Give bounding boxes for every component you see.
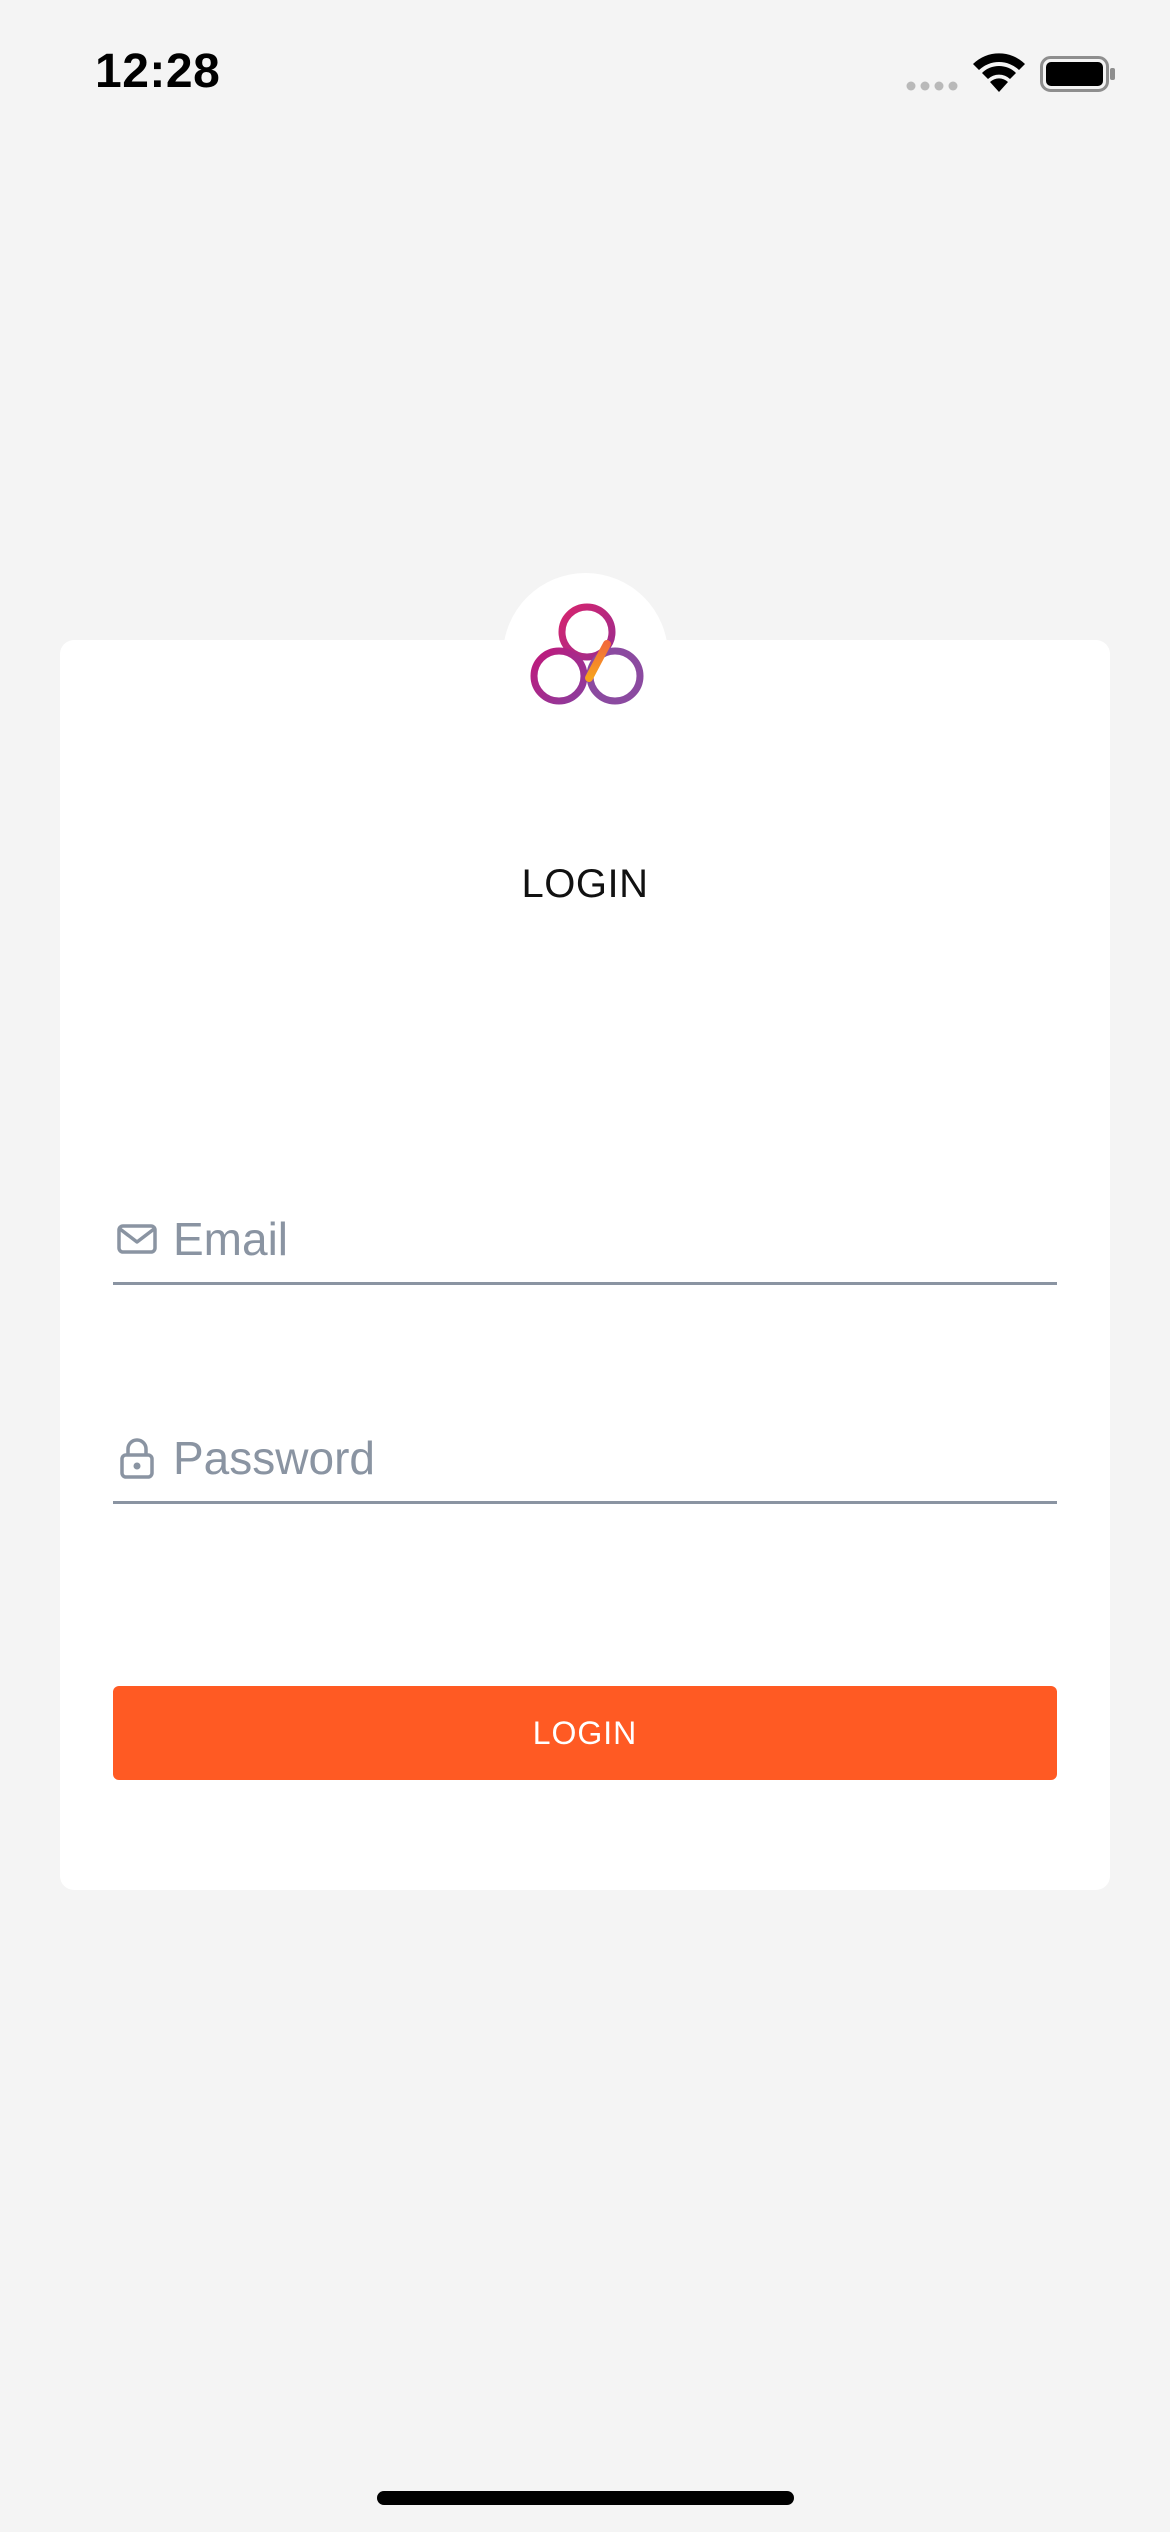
email-field <box>113 1196 1057 1285</box>
lock-icon <box>120 1438 154 1479</box>
battery-icon <box>1040 56 1115 92</box>
home-indicator[interactable] <box>377 2491 794 2505</box>
status-time: 12:28 <box>95 45 221 98</box>
email-input[interactable] <box>173 1204 1043 1274</box>
wifi-icon <box>973 53 1025 92</box>
password-input[interactable] <box>173 1423 1043 1493</box>
mail-icon <box>117 1224 157 1254</box>
password-field <box>113 1415 1057 1504</box>
status-bar: 12:28 <box>0 0 1170 140</box>
app-logo-icon <box>530 603 644 705</box>
cellular-signal-icon <box>906 81 958 91</box>
login-button[interactable]: LOGIN <box>113 1686 1057 1780</box>
login-title: LOGIN <box>521 862 649 906</box>
